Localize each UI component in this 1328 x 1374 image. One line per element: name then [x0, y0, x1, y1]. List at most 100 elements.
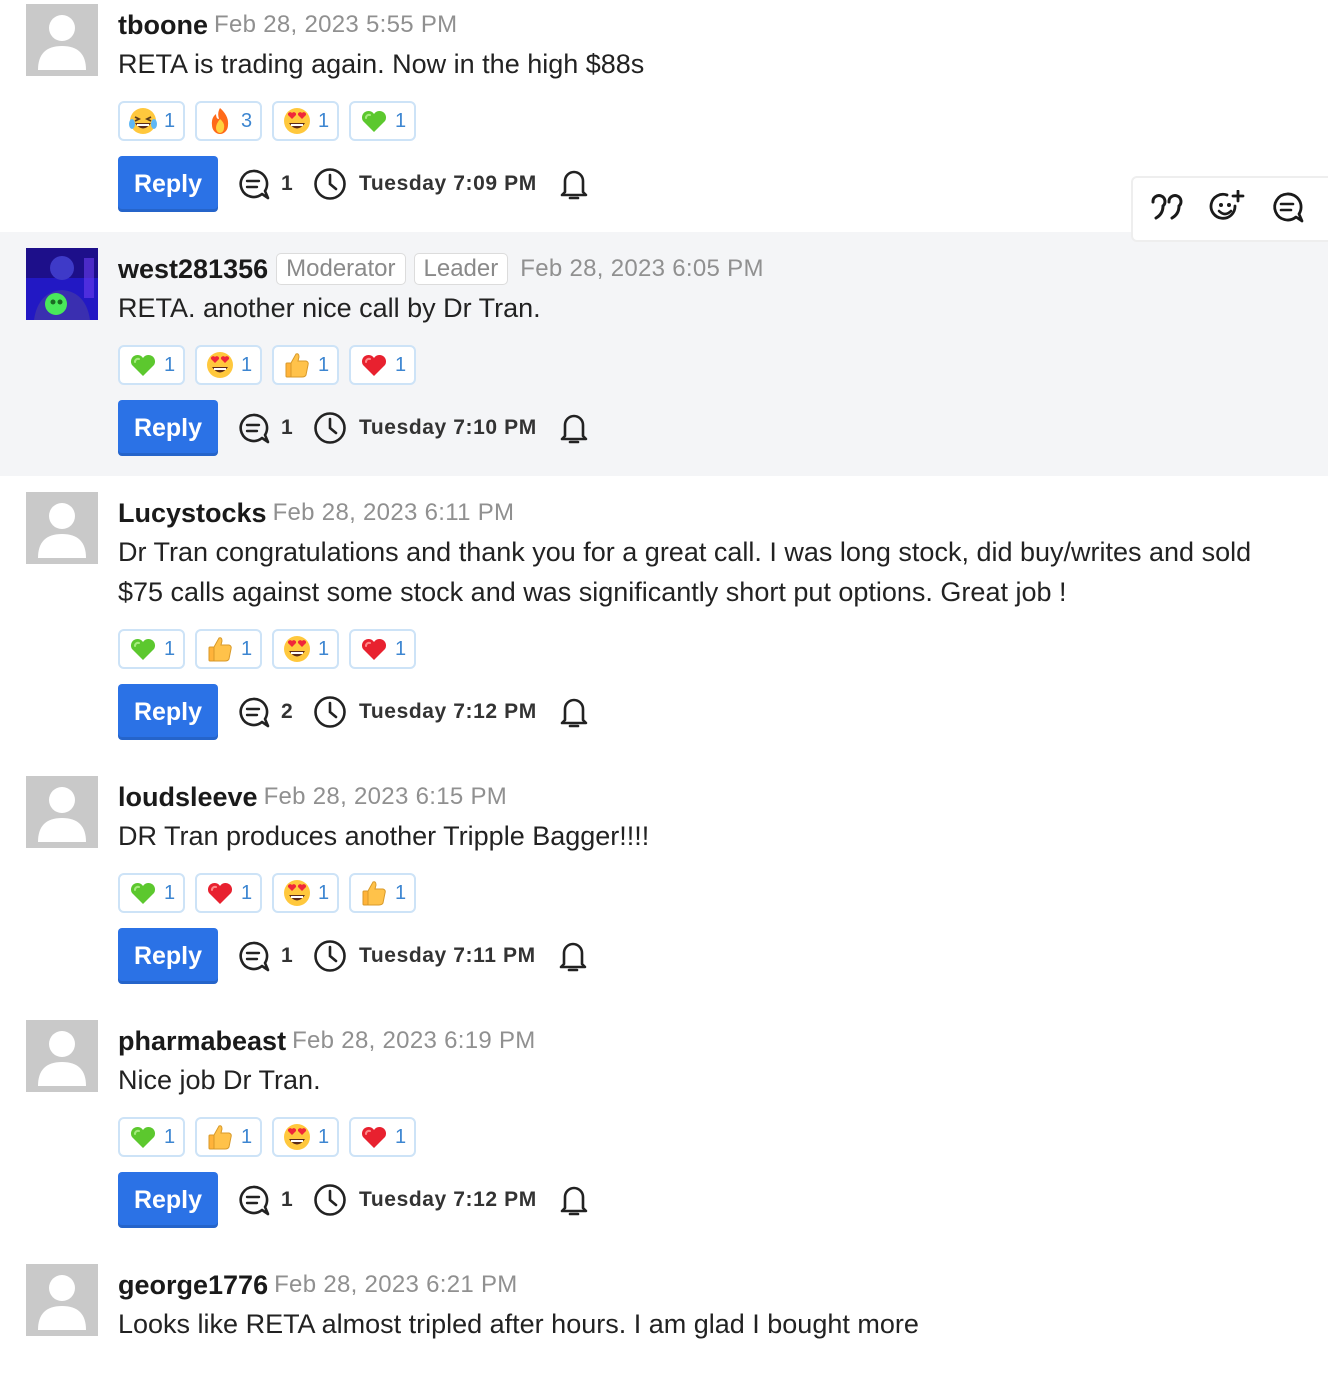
reply-button[interactable]: Reply — [118, 928, 218, 984]
reaction-chip-heart-eyes[interactable]: 1 — [272, 1117, 339, 1157]
comment-icon — [239, 697, 270, 728]
comments-link[interactable]: 1 — [235, 1183, 293, 1217]
notification-bell-button[interactable] — [559, 166, 589, 202]
reaction-count: 1 — [240, 881, 253, 904]
post-timestamp: Feb 28, 2023 6:15 PM — [263, 783, 508, 810]
reaction-count: 1 — [163, 1125, 176, 1148]
comment-icon — [239, 1185, 270, 1216]
comments-link[interactable]: 1 — [235, 411, 293, 445]
laughing-tears-emoji-icon — [128, 108, 157, 134]
thumbs-up-emoji-icon — [208, 1125, 232, 1150]
reaction-count: 1 — [163, 881, 176, 904]
comments-link[interactable]: 1 — [235, 167, 293, 201]
bell-icon — [559, 942, 586, 972]
reaction-chip-green-heart[interactable]: 1 — [118, 873, 185, 913]
add-reaction-icon[interactable] — [1209, 189, 1245, 229]
notification-bell-button[interactable] — [559, 410, 589, 446]
notification-bell-button[interactable] — [558, 938, 588, 974]
reply-button[interactable]: Reply — [118, 400, 218, 456]
heart-eyes-emoji-icon — [283, 636, 310, 662]
reaction-chip-red-heart[interactable]: 1 — [349, 629, 416, 669]
username[interactable]: tboone — [118, 10, 208, 41]
reaction-chip-thumbs-up[interactable]: 1 — [195, 1117, 262, 1157]
default-avatar[interactable] — [26, 776, 98, 848]
reaction-chip-heart-eyes[interactable]: 1 — [195, 345, 262, 385]
reaction-count: 1 — [240, 637, 253, 660]
reaction-chip-red-heart[interactable]: 1 — [349, 345, 416, 385]
comments-link[interactable]: 2 — [235, 695, 293, 729]
username[interactable]: Lucystocks — [118, 498, 267, 529]
last-activity-time: Tuesday 7:10 PM — [359, 416, 537, 439]
comment-icon[interactable] — [1269, 190, 1305, 229]
comments-link[interactable]: 1 — [235, 939, 293, 973]
reply-button[interactable]: Reply — [118, 1172, 218, 1228]
reaction-count: 1 — [317, 881, 330, 904]
reaction-chip-green-heart[interactable]: 1 — [349, 101, 416, 141]
post-body: Looks like RETA almost tripled after hou… — [118, 1309, 919, 1339]
reaction-count: 1 — [394, 1125, 407, 1148]
last-activity: Tuesday 7:12 PM — [313, 695, 537, 729]
reaction-chip-red-heart[interactable]: 1 — [195, 873, 262, 913]
reactions-bar: 1 1 1 1 — [118, 1117, 416, 1157]
clock-icon — [314, 168, 346, 200]
user-avatar-photo[interactable] — [26, 248, 98, 320]
post-header: loudsleeve Feb 28, 2023 6:15 PM — [118, 780, 507, 814]
username[interactable]: loudsleeve — [118, 782, 258, 813]
bell-icon — [560, 698, 588, 728]
quote-icon[interactable] — [1149, 192, 1185, 227]
default-avatar[interactable] — [26, 4, 98, 76]
post-actions: Reply 1 Tuesday 7:10 PM — [118, 400, 589, 456]
username[interactable]: west281356 — [118, 254, 268, 285]
reaction-count: 1 — [240, 353, 253, 376]
default-avatar[interactable] — [26, 492, 98, 564]
reply-button[interactable]: Reply — [118, 684, 218, 740]
reaction-chip-heart-eyes[interactable]: 1 — [272, 101, 339, 141]
post: pharmabeast Feb 28, 2023 6:19 PM Nice jo… — [0, 1004, 1328, 1248]
reaction-count: 1 — [317, 353, 330, 376]
reaction-count: 1 — [317, 109, 330, 132]
post: loudsleeve Feb 28, 2023 6:15 PM DR Tran … — [0, 760, 1328, 1004]
green-heart-emoji-icon — [130, 354, 155, 376]
reaction-chip-thumbs-up[interactable]: 1 — [195, 629, 262, 669]
person-silhouette-icon — [26, 4, 98, 76]
username[interactable]: pharmabeast — [118, 1026, 286, 1057]
post-timestamp: Feb 28, 2023 5:55 PM — [213, 11, 458, 38]
notification-bell-button[interactable] — [559, 1182, 589, 1218]
last-activity: Tuesday 7:11 PM — [313, 939, 536, 973]
reaction-chip-thumbs-up[interactable]: 1 — [272, 345, 339, 385]
default-avatar[interactable] — [26, 1264, 98, 1336]
bell-icon — [560, 170, 588, 200]
notification-bell-button[interactable] — [559, 694, 589, 730]
post-timestamp: Feb 28, 2023 6:21 PM — [274, 1271, 518, 1298]
post: Lucystocks Feb 28, 2023 6:11 PM Dr Tran … — [0, 476, 1328, 760]
comment-count: 2 — [281, 700, 293, 723]
reaction-chip-green-heart[interactable]: 1 — [118, 345, 185, 385]
last-activity: Tuesday 7:12 PM — [313, 1183, 537, 1217]
post-highlighted: west281356 Moderator Leader Feb 28, 2023… — [0, 232, 1328, 476]
reaction-chip-heart-eyes[interactable]: 1 — [272, 629, 339, 669]
reaction-chip-laughing-tears[interactable]: 1 — [118, 101, 185, 141]
reaction-chip-heart-eyes[interactable]: 1 — [272, 873, 339, 913]
comment-count: 1 — [281, 416, 293, 439]
reaction-chip-thumbs-up[interactable]: 1 — [349, 873, 416, 913]
post-header: Lucystocks Feb 28, 2023 6:11 PM — [118, 496, 514, 530]
thumbs-up-emoji-icon — [208, 637, 232, 662]
reaction-chip-green-heart[interactable]: 1 — [118, 629, 185, 669]
reaction-chip-fire[interactable]: 3 — [195, 101, 262, 141]
reaction-chip-green-heart[interactable]: 1 — [118, 1117, 185, 1157]
post-header: tboone Feb 28, 2023 5:55 PM — [118, 8, 457, 42]
reply-button[interactable]: Reply — [118, 156, 218, 212]
reaction-chip-red-heart[interactable]: 1 — [349, 1117, 416, 1157]
green-heart-emoji-icon — [130, 638, 155, 660]
comment-count: 1 — [281, 944, 293, 967]
username[interactable]: george1776 — [118, 1270, 268, 1301]
reaction-count: 1 — [240, 1125, 253, 1148]
reaction-count: 1 — [163, 637, 176, 660]
reaction-count: 1 — [394, 881, 407, 904]
fire-emoji-icon — [211, 108, 229, 134]
post-body: RETA. another nice call by Dr Tran. — [118, 293, 541, 323]
post-timestamp: Feb 28, 2023 6:19 PM — [292, 1027, 536, 1054]
default-avatar[interactable] — [26, 1020, 98, 1092]
post-actions: Reply 1 Tuesday 7:12 PM — [118, 1172, 589, 1228]
heart-eyes-emoji-icon — [206, 352, 233, 378]
